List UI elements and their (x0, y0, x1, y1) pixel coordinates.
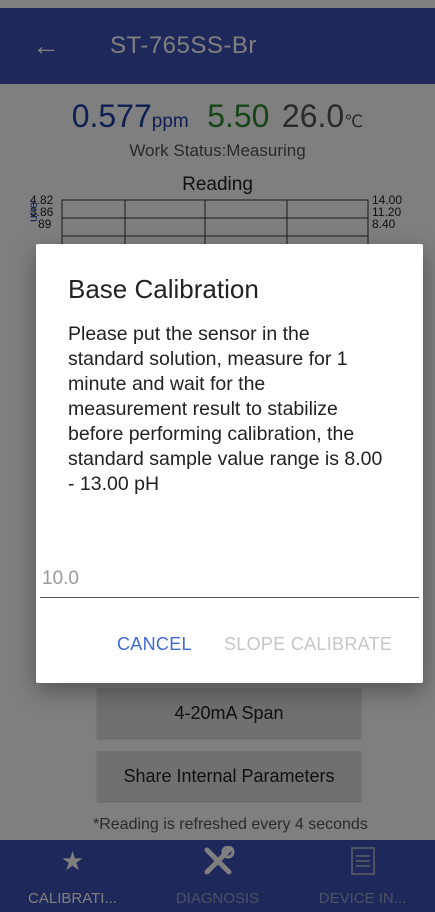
dialog-message: Please put the sensor in the standard so… (68, 323, 383, 495)
dialog-title: Base Calibration (68, 274, 259, 304)
slope-calibrate-button[interactable]: SLOPE CALIBRATE (224, 634, 392, 655)
calibration-value-input[interactable] (40, 560, 419, 598)
base-calibration-dialog: Base Calibration Please put the sensor i… (36, 244, 423, 683)
cancel-button[interactable]: CANCEL (117, 634, 192, 655)
